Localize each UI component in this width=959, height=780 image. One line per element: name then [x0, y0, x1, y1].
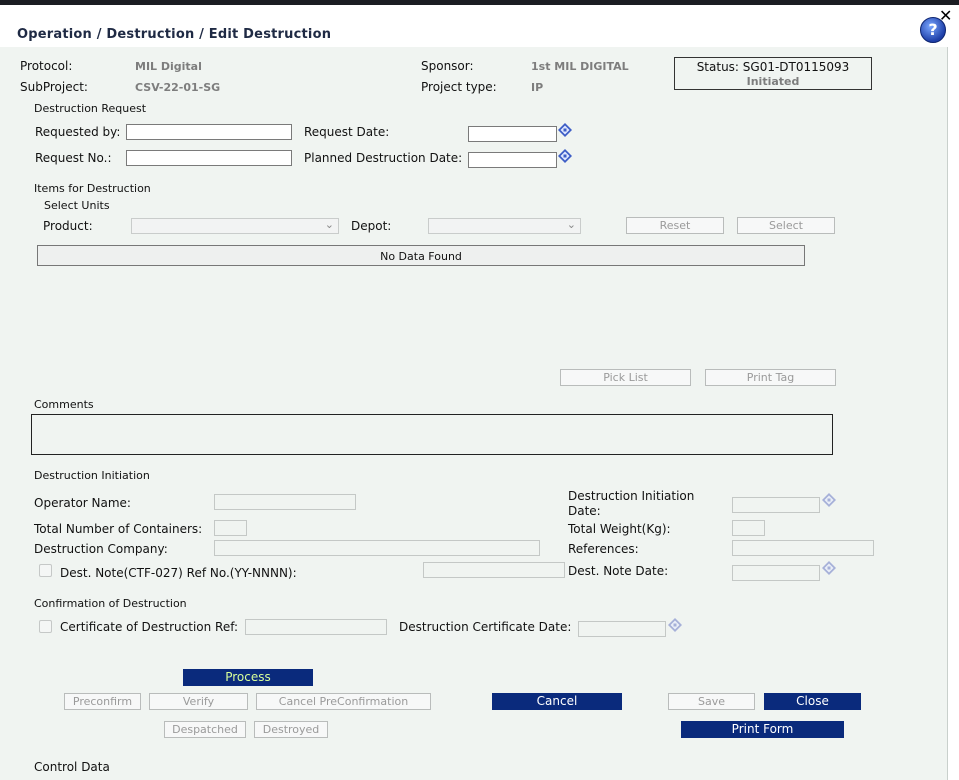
- request-date-label: Request Date:: [304, 125, 390, 139]
- operator-name-label: Operator Name:: [34, 496, 131, 510]
- init-date-label: Destruction Initiation: [568, 489, 695, 503]
- calendar-icon[interactable]: [822, 493, 836, 507]
- calendar-icon[interactable]: [558, 123, 572, 137]
- items-heading: Items for Destruction: [34, 182, 151, 195]
- destruction-request-heading: Destruction Request: [34, 102, 147, 115]
- dest-note-input[interactable]: [423, 562, 565, 578]
- product-select[interactable]: ⌄: [131, 218, 339, 234]
- protocol-label: Protocol:: [20, 59, 73, 73]
- requested-by-input[interactable]: [126, 124, 292, 140]
- cancel-preconfirmation-button[interactable]: Cancel PreConfirmation: [256, 693, 431, 710]
- dest-note-date-label: Dest. Note Date:: [568, 564, 669, 578]
- request-date-input[interactable]: [468, 126, 557, 142]
- verify-button[interactable]: Verify: [149, 693, 248, 710]
- depot-label: Depot:: [351, 219, 392, 233]
- certificate-date-label: Destruction Certificate Date:: [399, 620, 572, 634]
- dialog-header: Operation / Destruction / Edit Destructi…: [0, 5, 959, 47]
- weight-input[interactable]: [732, 520, 765, 536]
- status-state: Initiated: [746, 75, 800, 88]
- close-button[interactable]: Close: [764, 693, 861, 710]
- dest-note-date-input[interactable]: [732, 565, 820, 581]
- protocol-value: MIL Digital: [135, 60, 202, 73]
- certificate-ref-label: Certificate of Destruction Ref:: [60, 620, 239, 634]
- help-icon[interactable]: ?: [920, 17, 946, 43]
- requested-by-label: Requested by:: [35, 125, 121, 139]
- select-button[interactable]: Select: [737, 217, 835, 234]
- certificate-date-input[interactable]: [578, 621, 666, 637]
- initiation-heading: Destruction Initiation: [34, 469, 150, 482]
- project-type-value: IP: [531, 81, 544, 94]
- sponsor-label: Sponsor:: [421, 59, 474, 73]
- subproject-value: CSV-22-01-SG: [135, 81, 221, 94]
- depot-select[interactable]: ⌄: [428, 218, 581, 234]
- containers-input[interactable]: [214, 520, 247, 536]
- destroyed-button[interactable]: Destroyed: [254, 721, 328, 738]
- references-label: References:: [568, 542, 639, 556]
- company-label: Destruction Company:: [34, 542, 168, 556]
- subproject-label: SubProject:: [20, 80, 88, 94]
- sponsor-value: 1st MIL DIGITAL: [531, 60, 629, 73]
- calendar-icon[interactable]: [822, 561, 836, 575]
- request-no-label: Request No.:: [35, 151, 112, 165]
- certificate-checkbox[interactable]: [39, 620, 52, 633]
- certificate-ref-input[interactable]: [245, 619, 387, 635]
- comments-heading: Comments: [34, 398, 94, 411]
- init-date-label-line2: Date:: [568, 504, 601, 518]
- dest-note-checkbox[interactable]: [39, 564, 52, 577]
- product-label: Product:: [43, 219, 93, 233]
- weight-label: Total Weight(Kg):: [568, 522, 671, 536]
- calendar-icon[interactable]: [558, 149, 572, 163]
- print-form-button[interactable]: Print Form: [681, 721, 844, 738]
- status-badge: Status: SG01-DT0115093 Initiated: [674, 57, 872, 90]
- init-date-input[interactable]: [732, 497, 820, 513]
- print-tag-button[interactable]: Print Tag: [705, 369, 836, 386]
- chevron-down-icon: ⌄: [324, 218, 334, 231]
- containers-label: Total Number of Containers:: [34, 522, 203, 536]
- calendar-icon[interactable]: [668, 618, 682, 632]
- save-button[interactable]: Save: [668, 693, 755, 710]
- select-units-label: Select Units: [44, 199, 110, 212]
- pick-list-button[interactable]: Pick List: [560, 369, 691, 386]
- process-button[interactable]: Process: [183, 669, 313, 686]
- planned-date-input[interactable]: [468, 152, 557, 168]
- project-type-label: Project type:: [421, 80, 497, 94]
- planned-date-label: Planned Destruction Date:: [304, 151, 463, 165]
- request-no-input[interactable]: [126, 150, 292, 166]
- control-data-heading: Control Data: [34, 760, 110, 774]
- references-input[interactable]: [732, 540, 874, 556]
- status-id: Status: SG01-DT0115093: [696, 60, 850, 74]
- cancel-button[interactable]: Cancel: [492, 693, 622, 710]
- no-data-message: No Data Found: [37, 245, 805, 266]
- operator-name-input[interactable]: [214, 494, 356, 510]
- chevron-down-icon: ⌄: [566, 218, 576, 231]
- preconfirm-button[interactable]: Preconfirm: [64, 693, 141, 710]
- confirmation-heading: Confirmation of Destruction: [34, 597, 187, 610]
- reset-button[interactable]: Reset: [626, 217, 724, 234]
- company-input[interactable]: [214, 540, 540, 556]
- page-title: Operation / Destruction / Edit Destructi…: [17, 27, 332, 42]
- despatched-button[interactable]: Despatched: [164, 721, 246, 738]
- comments-textarea[interactable]: [31, 414, 833, 455]
- dest-note-label: Dest. Note(CTF-027) Ref No.(YY-NNNN):: [60, 566, 297, 580]
